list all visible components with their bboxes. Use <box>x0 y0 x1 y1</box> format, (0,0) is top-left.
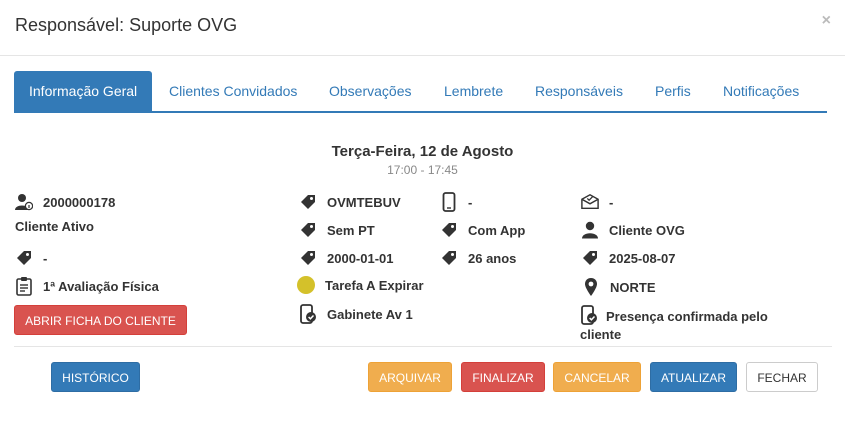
cancel-button[interactable]: CANCELAR <box>553 362 641 392</box>
task-status-value: Tarefa A Expirar <box>325 277 424 293</box>
client-status: Cliente Ativo <box>15 219 94 234</box>
client-type-value: Cliente OVG <box>609 222 685 238</box>
event-date: Terça-Feira, 12 de Agosto <box>331 143 514 160</box>
tag-icon <box>440 248 458 268</box>
client-type-field: Cliente OVG <box>581 220 685 240</box>
update-button[interactable]: ATUALIZAR <box>650 362 737 392</box>
status-dot-icon <box>297 275 315 295</box>
email-value: - <box>609 194 614 210</box>
assessment-field: 1ª Avaliação Física <box>15 276 159 296</box>
app-value: Com App <box>468 222 526 238</box>
region-value: NORTE <box>610 279 656 295</box>
client-id-field: 2000000178 <box>15 192 115 212</box>
tab-responsaveis[interactable]: Responsáveis <box>535 71 623 111</box>
age-field: 26 anos <box>440 248 516 268</box>
date-field: 2025-08-07 <box>581 248 676 268</box>
tab-clientes-convidados[interactable]: Clientes Convidados <box>169 71 297 111</box>
tab-notificacoes[interactable]: Notificações <box>723 71 799 111</box>
finish-button[interactable]: FINALIZAR <box>461 362 545 392</box>
phone-check-icon <box>580 305 598 325</box>
assessment: 1ª Avaliação Física <box>43 278 159 294</box>
envelope-check-icon <box>581 192 599 212</box>
archive-button[interactable]: ARQUIVAR <box>368 362 452 392</box>
mobile-phone-icon <box>440 192 458 212</box>
map-pin-icon <box>582 277 600 297</box>
user-icon <box>581 220 599 240</box>
client-id: 2000000178 <box>43 194 116 210</box>
tab-perfis[interactable]: Perfis <box>655 71 691 111</box>
room-value: Gabinete Av 1 <box>327 306 413 322</box>
presence-field: Presença confirmada pelo cliente <box>580 305 800 344</box>
phone-check-icon <box>299 304 317 324</box>
history-button[interactable]: HISTÓRICO <box>51 362 140 392</box>
tag-field: - <box>15 248 47 268</box>
room-field: Gabinete Av 1 <box>299 304 413 324</box>
appointment-modal: Responsável: Suporte OVG × Informação Ge… <box>0 0 845 421</box>
tab-observacoes[interactable]: Observações <box>329 71 411 111</box>
tab-informacao-geral[interactable]: Informação Geral <box>14 71 153 111</box>
phone-field: - <box>440 192 472 212</box>
event-time: 17:00 - 17:45 <box>387 163 458 177</box>
date-value: 2025-08-07 <box>609 250 676 266</box>
phone-value: - <box>468 194 473 210</box>
region-field: NORTE <box>582 277 656 297</box>
tag-icon <box>15 248 33 268</box>
age-value: 26 anos <box>468 250 517 266</box>
open-client-file-button[interactable]: ABRIR FICHA DO CLIENTE <box>14 305 187 335</box>
tab-bar: Informação Geral Clientes Convidados Obs… <box>14 71 827 113</box>
tag-icon <box>581 248 599 268</box>
presence-value: Presença confirmada pelo cliente <box>580 309 768 342</box>
pt-value: Sem PT <box>327 222 375 238</box>
tag-icon <box>299 220 317 240</box>
app-field: Com App <box>440 220 525 240</box>
code-value: OVMTEBUV <box>327 194 401 210</box>
email-field: - <box>581 192 613 212</box>
tag-icon <box>440 220 458 240</box>
code-field: OVMTEBUV <box>299 192 401 212</box>
tag-value: - <box>43 250 48 266</box>
tag-icon <box>299 192 317 212</box>
pt-field: Sem PT <box>299 220 375 240</box>
clipboard-icon <box>15 276 33 296</box>
tab-lembrete[interactable]: Lembrete <box>444 71 503 111</box>
user-info-icon <box>15 192 33 212</box>
birth-date-field: 2000-01-01 <box>299 248 394 268</box>
modal-title: Responsável: Suporte OVG <box>15 15 238 35</box>
footer-divider <box>14 346 832 347</box>
close-button[interactable]: FECHAR <box>746 362 818 392</box>
tag-icon <box>299 248 317 268</box>
birth-date-value: 2000-01-01 <box>327 250 394 266</box>
close-icon[interactable]: × <box>822 12 831 30</box>
task-status-field: Tarefa A Expirar <box>297 275 424 295</box>
modal-header: Responsável: Suporte OVG × <box>0 0 845 56</box>
